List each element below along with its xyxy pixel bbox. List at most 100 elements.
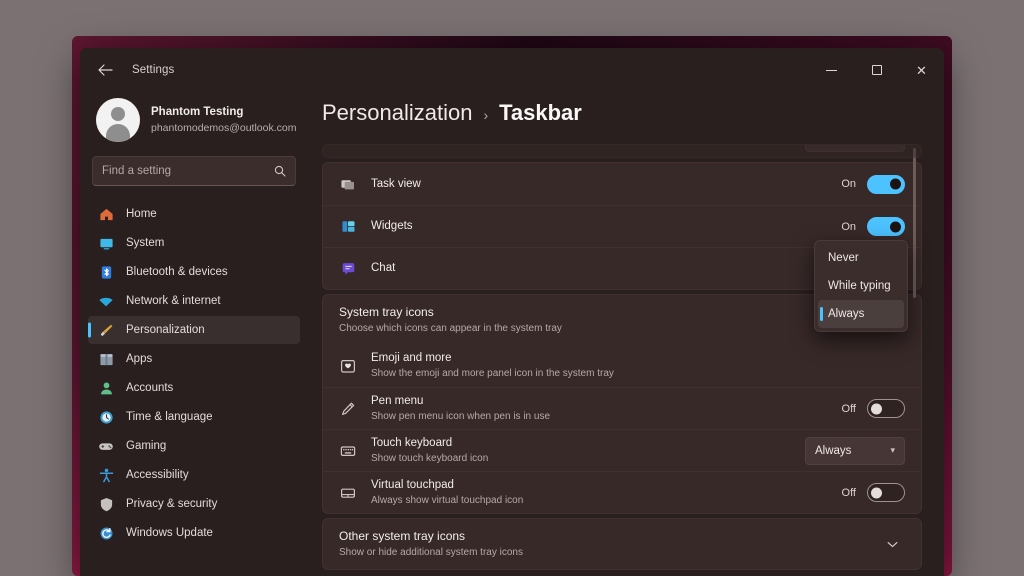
sidebar-nav: Home System Bluetooth & devices Network … <box>88 200 300 547</box>
breadcrumb: Personalization › Taskbar <box>322 92 922 144</box>
sidebar-item-gaming[interactable]: Gaming <box>88 432 300 460</box>
sidebar-item-time-language[interactable]: Time & language <box>88 403 300 431</box>
emoji-dropdown-flyout[interactable]: Never While typing Always <box>814 240 908 332</box>
home-icon <box>98 206 114 222</box>
row-control: Always ▾ <box>805 436 905 465</box>
section-text: Other system tray icons Show or hide add… <box>339 528 867 560</box>
row-subtitle: Always show virtual touchpad icon <box>371 494 524 506</box>
sidebar-item-personalization[interactable]: Personalization <box>88 316 300 344</box>
account-email: phantomodemos@outlook.com <box>151 121 297 134</box>
dropdown-value: Always <box>815 444 852 457</box>
dropdown-option-label: Never <box>828 252 859 264</box>
row-touch-keyboard[interactable]: Touch keyboard Show touch keyboard icon … <box>323 429 921 471</box>
sidebar-item-windows-update[interactable]: Windows Update <box>88 519 300 547</box>
update-icon <box>98 525 114 541</box>
sidebar-item-label: Time & language <box>126 411 213 423</box>
row-text: Search <box>371 145 791 146</box>
window-title: Settings <box>132 64 175 76</box>
row-text: Emoji and more Show the emoji and more p… <box>371 351 791 380</box>
row-subtitle: Show pen menu icon when pen is in use <box>371 410 551 422</box>
row-control: Search box ▾ <box>805 145 905 152</box>
row-search[interactable]: Search Search box ▾ <box>323 145 921 157</box>
gamepad-icon <box>98 438 114 454</box>
pen-menu-toggle[interactable] <box>867 399 905 418</box>
account-block[interactable]: Phantom Testing phantomodemos@outlook.co… <box>88 92 300 156</box>
accounts-icon <box>98 380 114 396</box>
breadcrumb-separator: › <box>483 107 489 123</box>
task-view-icon <box>339 175 357 193</box>
sidebar-item-label: Apps <box>126 353 153 365</box>
sidebar-item-network[interactable]: Network & internet <box>88 287 300 315</box>
section-subtitle: Choose which icons can appear in the sys… <box>339 323 562 335</box>
other-tray-section-header[interactable]: Other system tray icons Show or hide add… <box>323 519 921 569</box>
task-view-toggle[interactable] <box>867 174 905 194</box>
row-title: Search <box>371 145 791 146</box>
widgets-icon <box>339 218 357 236</box>
row-title: Pen menu <box>371 394 424 407</box>
settings-scroll-area[interactable]: Search Search box ▾ <box>322 144 922 576</box>
row-control: On <box>841 174 905 194</box>
maximize-button[interactable] <box>854 48 899 92</box>
sidebar-item-label: Personalization <box>126 324 205 336</box>
virtual-touchpad-toggle[interactable] <box>867 483 905 502</box>
sidebar-item-label: Network & internet <box>126 295 221 307</box>
sidebar-item-privacy-security[interactable]: Privacy & security <box>88 490 300 518</box>
pen-icon <box>339 400 357 418</box>
touch-keyboard-dropdown[interactable]: Always ▾ <box>805 436 905 465</box>
sidebar-item-label: Privacy & security <box>126 498 218 510</box>
search-input[interactable] <box>102 165 270 177</box>
close-icon: ✕ <box>916 62 927 78</box>
sidebar-item-label: Accounts <box>126 382 174 394</box>
emoji-icon <box>339 357 357 375</box>
row-control: Always ▾ <box>805 352 905 380</box>
toggle-state-label: On <box>841 178 856 190</box>
sidebar-item-label: Home <box>126 208 157 220</box>
row-virtual-touchpad[interactable]: Virtual touchpad Always show virtual tou… <box>323 471 921 513</box>
sidebar-item-bluetooth[interactable]: Bluetooth & devices <box>88 258 300 286</box>
window-controls: ✕ <box>809 48 944 92</box>
section-text: System tray icons Choose which icons can… <box>339 304 867 336</box>
bluetooth-icon <box>98 264 114 280</box>
search-box[interactable] <box>92 156 296 186</box>
sidebar-item-accounts[interactable]: Accounts <box>88 374 300 402</box>
breadcrumb-parent[interactable]: Personalization <box>322 100 472 126</box>
brush-icon <box>98 322 114 338</box>
sidebar-item-label: Gaming <box>126 440 167 452</box>
row-title: Widgets <box>371 220 413 233</box>
dropdown-option-while-typing[interactable]: While typing <box>818 272 904 300</box>
chat-icon <box>339 260 357 278</box>
minimize-button[interactable] <box>809 48 854 92</box>
sidebar-item-accessibility[interactable]: Accessibility <box>88 461 300 489</box>
widgets-toggle[interactable] <box>867 217 905 236</box>
toggle-state-label: On <box>841 220 856 233</box>
touch-keyboard-icon <box>339 442 357 460</box>
row-text: Virtual touchpad Always show virtual tou… <box>371 478 828 507</box>
sidebar-item-home[interactable]: Home <box>88 200 300 228</box>
scrollbar-thumb[interactable] <box>913 148 916 298</box>
clock-icon <box>98 409 114 425</box>
chevron-down-icon[interactable] <box>879 531 905 557</box>
virtual-touchpad-icon <box>339 484 357 502</box>
settings-window: Settings ✕ Phantom Testing phantomodemos… <box>80 48 944 576</box>
search-card-clipped: Search Search box ▾ <box>322 144 922 158</box>
row-title: Chat <box>371 262 396 275</box>
row-emoji-and-more[interactable]: Emoji and more Show the emoji and more p… <box>323 345 921 387</box>
back-button[interactable] <box>88 55 122 85</box>
shield-icon <box>98 496 114 512</box>
dropdown-option-never[interactable]: Never <box>818 244 904 272</box>
sidebar-item-label: System <box>126 237 165 249</box>
row-task-view[interactable]: Task view On <box>323 163 921 205</box>
row-control: On <box>841 217 905 236</box>
row-title: Emoji and more <box>371 352 452 365</box>
sidebar-item-system[interactable]: System <box>88 229 300 257</box>
sidebar-item-apps[interactable]: Apps <box>88 345 300 373</box>
row-pen-menu[interactable]: Pen menu Show pen menu icon when pen is … <box>323 387 921 429</box>
row-title: Virtual touchpad <box>371 478 454 491</box>
toggle-state-label: Off <box>841 486 856 499</box>
close-button[interactable]: ✕ <box>899 48 944 92</box>
row-title: Task view <box>371 177 421 190</box>
main-content: Personalization › Taskbar Search <box>308 92 944 576</box>
row-subtitle: Show touch keyboard icon <box>371 452 489 464</box>
search-style-dropdown[interactable]: Search box ▾ <box>805 145 905 152</box>
dropdown-option-always[interactable]: Always <box>818 300 904 328</box>
